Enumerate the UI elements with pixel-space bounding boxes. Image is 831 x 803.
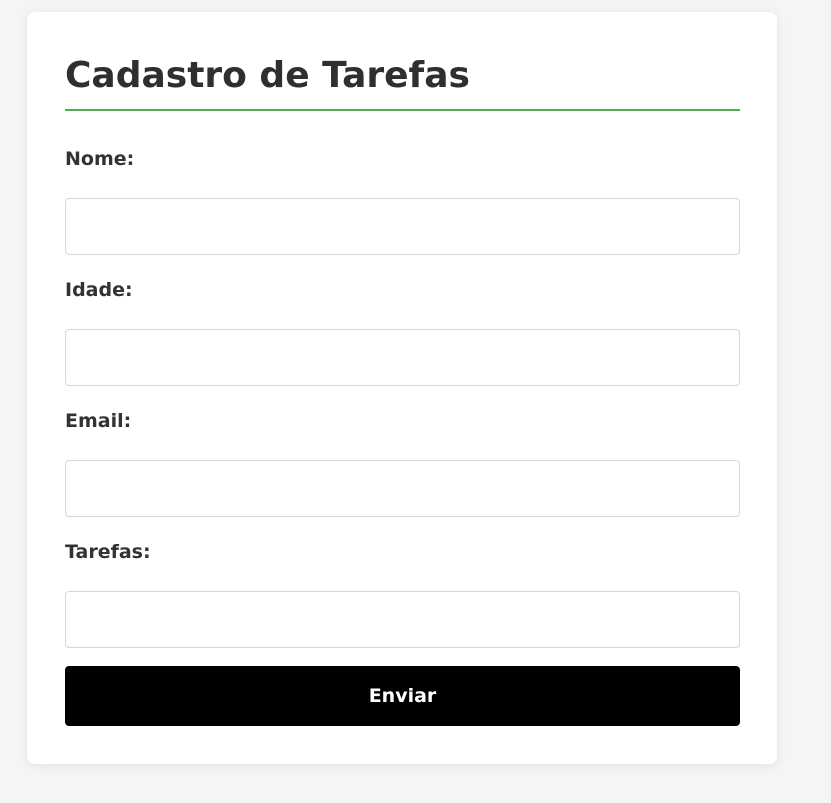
page-title: Cadastro de Tarefas (65, 55, 470, 96)
tarefas-input[interactable] (65, 591, 740, 648)
nome-input[interactable] (65, 198, 740, 255)
idade-input[interactable] (65, 329, 740, 386)
form-card: Cadastro de Tarefas Nome: Idade: Email: … (27, 12, 777, 764)
enviar-button[interactable]: Enviar (65, 666, 740, 726)
email-input[interactable] (65, 460, 740, 517)
nome-label: Nome: (65, 148, 135, 170)
email-label: Email: (65, 410, 132, 432)
idade-label: Idade: (65, 279, 133, 301)
title-divider (65, 109, 740, 111)
tarefas-label: Tarefas: (65, 541, 151, 563)
